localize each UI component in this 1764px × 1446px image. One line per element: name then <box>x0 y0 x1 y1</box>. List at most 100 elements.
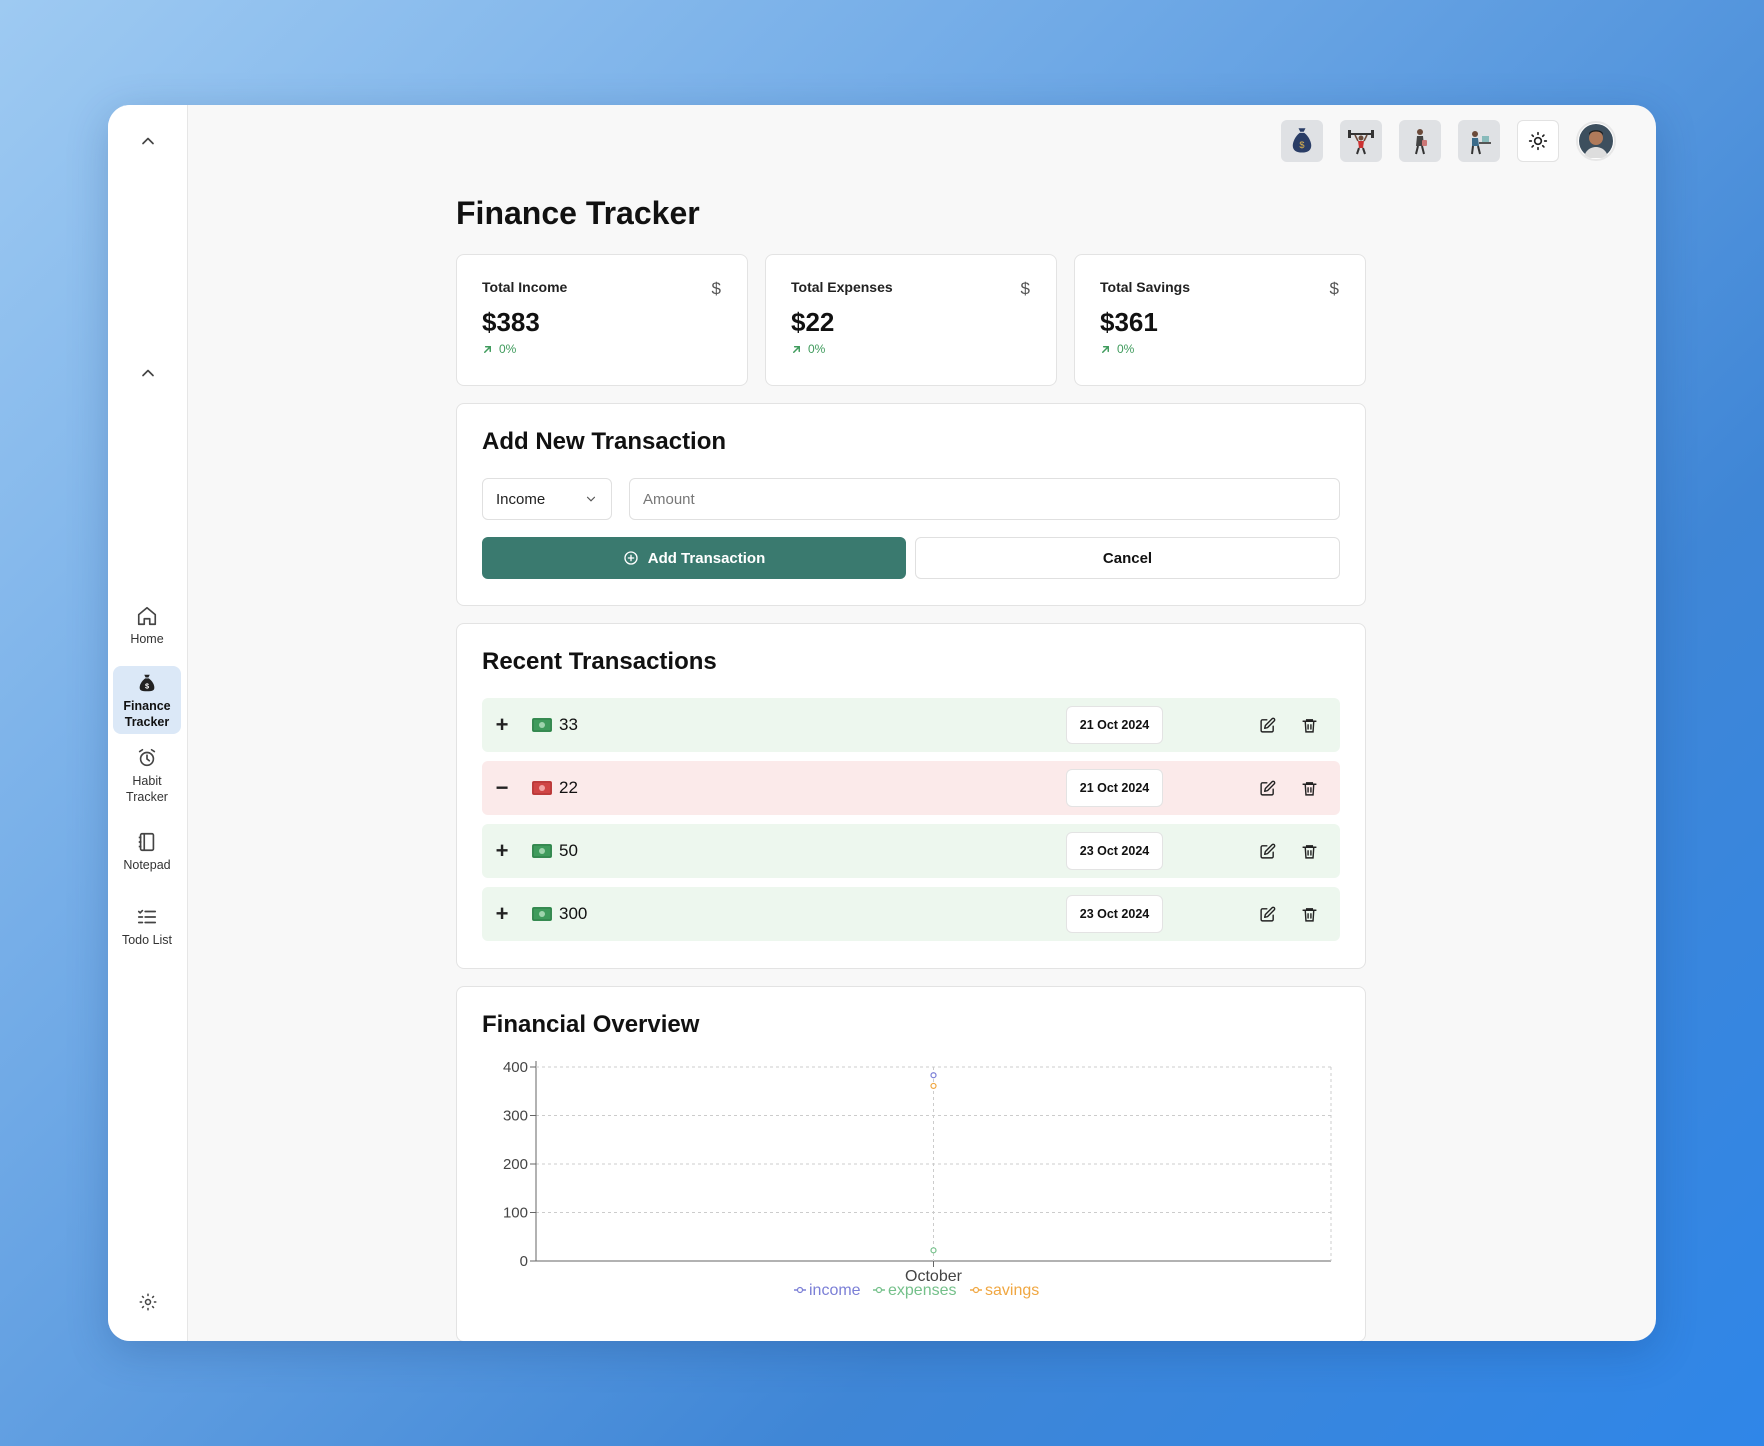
dollar-icon: $ <box>1020 279 1030 298</box>
page-title: Finance Tracker <box>456 195 700 231</box>
sidebar-item-todo-list[interactable]: Todo List <box>113 900 181 952</box>
data-point-savings <box>930 1082 937 1090</box>
legend-marker <box>972 1286 980 1294</box>
sidebar-item-finance-tracker[interactable]: $ Finance Tracker <box>113 666 181 734</box>
user-photo-icon <box>1579 124 1613 158</box>
transaction-form-row: Income <box>482 478 1340 520</box>
transaction-amount: 33 <box>559 715 578 734</box>
trash-icon[interactable] <box>1298 903 1320 925</box>
sidebar-item-label: Finance Tracker <box>123 699 171 729</box>
data-point-expenses <box>930 1247 937 1254</box>
money-bag-icon: $ <box>139 674 155 692</box>
legend-marker <box>796 1286 804 1294</box>
transaction-row: − 22 21 Oct 2024 <box>482 761 1340 815</box>
transaction-date: 23 Oct 2024 <box>1066 832 1163 870</box>
y-tick-label: 400 <box>503 1059 528 1076</box>
edit-icon[interactable] <box>1256 840 1278 862</box>
transaction-row: + 50 23 Oct 2024 <box>482 824 1340 878</box>
transaction-row: + 33 21 Oct 2024 <box>482 698 1340 752</box>
finance-app-shortcut[interactable]: $ <box>1281 120 1323 162</box>
sun-icon <box>1528 131 1548 151</box>
sidebar-item-home[interactable]: Home <box>113 599 181 651</box>
edit-icon[interactable] <box>1256 903 1278 925</box>
notes-app-shortcut[interactable] <box>1458 120 1500 162</box>
cash-icon <box>532 907 552 921</box>
stat-trend: 0% <box>1100 342 1340 356</box>
settings-gear-icon[interactable] <box>135 1289 161 1315</box>
add-transaction-panel: Add New Transaction Income Add Transacti… <box>456 403 1366 606</box>
line-chart: 0100200300400Octoberincome expenses saving… <box>503 1059 1332 1299</box>
stat-trend: 0% <box>791 342 1031 356</box>
user-avatar[interactable] <box>1576 121 1616 161</box>
form-buttons: Add Transaction Cancel <box>482 537 1340 579</box>
trash-icon[interactable] <box>1298 714 1320 736</box>
sidebar-item-label: Home <box>130 632 164 646</box>
cancel-button[interactable]: Cancel <box>915 537 1340 579</box>
add-transaction-button[interactable]: Add Transaction <box>482 537 906 579</box>
sidebar-item-label: Notepad <box>123 858 171 872</box>
app-window: Home $ Finance Tracker Habit Tracker Not… <box>108 105 1656 1341</box>
cash-icon <box>532 844 552 858</box>
habit-app-shortcut[interactable] <box>1399 120 1441 162</box>
transaction-list: + 33 21 Oct 2024 − 22 21 Oct 2024 + 50 2… <box>482 698 1340 941</box>
home-icon <box>137 606 157 626</box>
overview-chart: 0 100 200 300 400 October income expenses saving… <box>482 1059 1340 1309</box>
stat-label: Total Income <box>482 279 568 295</box>
legend-marker <box>875 1286 883 1294</box>
top-bar: $ <box>1281 120 1616 162</box>
arrow-up-right-icon <box>1102 345 1109 353</box>
sidebar-item-label: Todo List <box>121 933 173 947</box>
arrow-up-right-icon <box>484 345 491 353</box>
transaction-date: 21 Oct 2024 <box>1066 769 1163 807</box>
trash-icon[interactable] <box>1298 840 1320 862</box>
theme-toggle-button[interactable] <box>1517 120 1559 162</box>
person-walking-icon <box>1415 129 1427 155</box>
stat-value: $361 <box>1100 307 1158 337</box>
stat-trend: 0% <box>482 342 722 356</box>
notebook-icon <box>138 832 155 852</box>
stat-card-expenses: Total Expenses $ $22 0% <box>765 254 1057 386</box>
income-sign: + <box>495 838 509 863</box>
y-tick-label: 300 <box>503 1108 528 1125</box>
panel-title: Financial Overview <box>482 1011 700 1038</box>
edit-icon[interactable] <box>1256 714 1278 736</box>
fitness-app-shortcut[interactable] <box>1340 120 1382 162</box>
svg-text:$: $ <box>145 682 149 691</box>
stat-label: Total Expenses <box>791 279 893 295</box>
sidebar-item-label: Habit Tracker <box>126 774 168 804</box>
dollar-icon: $ <box>711 279 721 298</box>
person-at-desk-icon <box>1471 131 1491 155</box>
transaction-type-select[interactable]: Income <box>482 478 612 520</box>
chevron-up-icon[interactable] <box>135 128 161 154</box>
stat-trend-value: 0% <box>808 342 826 356</box>
transaction-amount: 22 <box>559 778 578 797</box>
svg-text:$: $ <box>1299 140 1304 150</box>
legend-label: income <box>809 1282 861 1299</box>
transaction-amount: 50 <box>559 841 578 860</box>
sidebar-item-habit-tracker[interactable]: Habit Tracker <box>113 741 181 809</box>
stat-trend-value: 0% <box>499 342 517 356</box>
trash-icon[interactable] <box>1298 777 1320 799</box>
money-bag-icon: $ <box>1292 128 1312 153</box>
stats-row: Total Income $ $383 0% Total Expenses $ … <box>456 254 1366 386</box>
sidebar-item-notepad[interactable]: Notepad <box>113 825 181 877</box>
edit-icon[interactable] <box>1256 777 1278 799</box>
chevron-up-icon[interactable] <box>135 360 161 386</box>
amount-input[interactable] <box>629 478 1340 520</box>
stat-value: $22 <box>791 307 835 337</box>
y-tick-label: 0 <box>520 1253 528 1270</box>
transaction-row: + 300 23 Oct 2024 <box>482 887 1340 941</box>
legend-label: savings <box>985 1282 1039 1299</box>
cash-icon <box>532 781 552 795</box>
dollar-icon: $ <box>1329 279 1339 298</box>
data-point-income <box>930 1072 937 1079</box>
financial-overview-panel: Financial Overview 0 100 200 300 400 October i… <box>456 986 1366 1341</box>
stat-trend-value: 0% <box>1117 342 1135 356</box>
y-tick-label: 200 <box>503 1156 528 1173</box>
main-content: Finance Tracker Total Income $ $383 0% T… <box>456 195 1366 1341</box>
transaction-date: 21 Oct 2024 <box>1066 706 1163 744</box>
panel-title: Recent Transactions <box>482 648 717 675</box>
transaction-date: 23 Oct 2024 <box>1066 895 1163 933</box>
plus-circle-icon <box>624 551 638 565</box>
legend-label: expenses <box>888 1282 957 1299</box>
